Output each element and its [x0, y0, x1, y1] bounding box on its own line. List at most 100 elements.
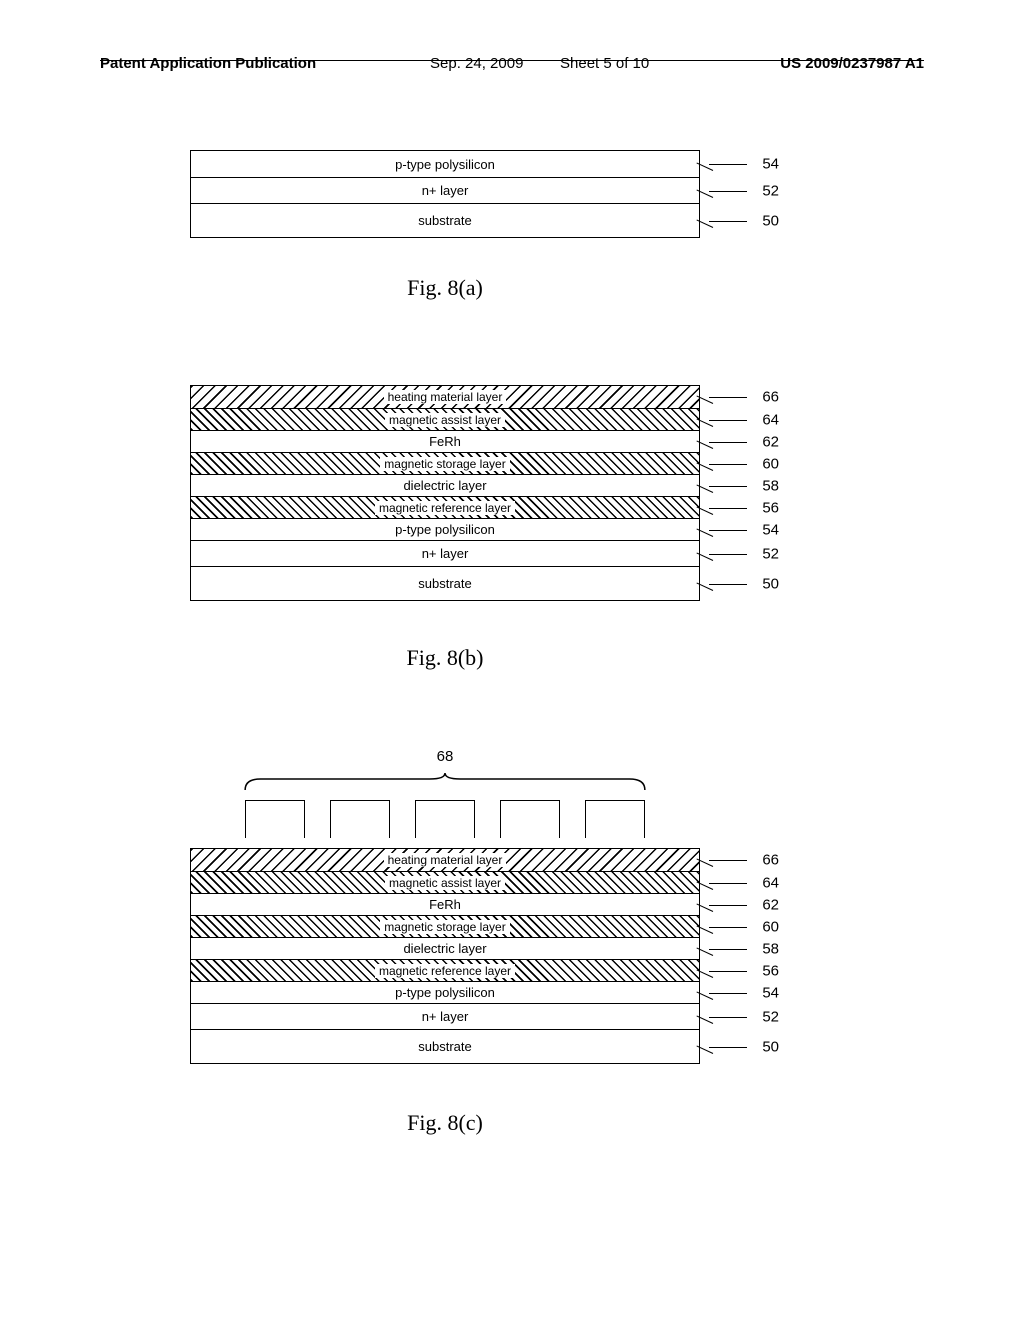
leader-line [709, 971, 747, 972]
publication-label: Patent Application Publication [100, 55, 316, 72]
mask-block [415, 800, 475, 838]
figure-caption-a: Fig. 8(a) [190, 275, 700, 301]
layer-heating: heating material layer 66 [191, 386, 699, 408]
leader-line [709, 949, 747, 950]
layer-substrate: substrate 50 [191, 203, 699, 237]
layer-label: magnetic assist layer [385, 876, 505, 890]
leader-line [709, 508, 747, 509]
leader-line [709, 486, 747, 487]
layer-label: p-type polysilicon [395, 522, 495, 537]
leader-line [709, 905, 747, 906]
sheet-number: Sheet 5 of 10 [560, 55, 649, 72]
layer-label: substrate [418, 1039, 471, 1054]
ref-number: 54 [762, 984, 779, 1001]
ref-number: 62 [762, 433, 779, 450]
leader-line [709, 1047, 747, 1048]
page-header: Patent Application Publication Sep. 24, … [100, 55, 924, 61]
publication-number: US 2009/0237987 A1 [780, 55, 924, 72]
leader-line [709, 1017, 747, 1018]
ref-number: 64 [762, 874, 779, 891]
ref-number: 66 [762, 852, 779, 869]
mask-blocks [190, 800, 700, 838]
leader-line [709, 554, 747, 555]
leader-line [709, 397, 747, 398]
layer-label: heating material layer [384, 390, 507, 404]
layer-label: FeRh [429, 434, 461, 449]
layer-label: dielectric layer [403, 941, 486, 956]
layer-label: heating material layer [384, 853, 507, 867]
layer-label: p-type polysilicon [395, 985, 495, 1000]
layer-substrate: substrate 50 [191, 1029, 699, 1063]
leader-line [709, 584, 747, 585]
publication-date: Sep. 24, 2009 [430, 55, 523, 72]
layer-polysilicon: p-type polysilicon 54 [191, 981, 699, 1003]
figure-8a: p-type polysilicon 54 n+ layer 52 substr… [190, 150, 700, 238]
layer-label: n+ layer [422, 183, 469, 198]
ref-number: 52 [762, 1008, 779, 1025]
layer-polysilicon: p-type polysilicon 54 [191, 518, 699, 540]
layer-ferh: FeRh 62 [191, 893, 699, 915]
leader-line [709, 883, 747, 884]
bracket-icon [240, 773, 650, 791]
layer-reference: magnetic reference layer 56 [191, 496, 699, 518]
mask-block [500, 800, 560, 838]
layer-stack-c: heating material layer 66 magnetic assis… [190, 848, 700, 1064]
ref-number: 56 [762, 499, 779, 516]
layer-label: dielectric layer [403, 478, 486, 493]
layer-stack-b: heating material layer 66 magnetic assis… [190, 385, 700, 601]
leader-line [709, 860, 747, 861]
figure-8c: 68 heating material layer 66 magne [190, 780, 700, 1064]
ref-number: 62 [762, 896, 779, 913]
ref-number: 52 [762, 545, 779, 562]
mask-block [585, 800, 645, 838]
ref-number: 58 [762, 940, 779, 957]
layer-label: substrate [418, 213, 471, 228]
ref-number: 50 [762, 575, 779, 592]
leader-line [709, 530, 747, 531]
ref-number: 50 [762, 1038, 779, 1055]
leader-line [709, 191, 747, 192]
leader-line [709, 420, 747, 421]
layer-polysilicon: p-type polysilicon 54 [191, 151, 699, 177]
ref-number: 54 [762, 156, 779, 173]
leader-line [709, 464, 747, 465]
layer-substrate: substrate 50 [191, 566, 699, 600]
mask-block [330, 800, 390, 838]
layer-label: n+ layer [422, 1009, 469, 1024]
layer-nplus: n+ layer 52 [191, 1003, 699, 1029]
layer-label: magnetic storage layer [380, 457, 509, 471]
layer-ferh: FeRh 62 [191, 430, 699, 452]
ref-number: 54 [762, 521, 779, 538]
leader-line [709, 993, 747, 994]
layer-label: n+ layer [422, 546, 469, 561]
layer-storage: magnetic storage layer 60 [191, 915, 699, 937]
leader-line [709, 927, 747, 928]
layer-label: magnetic assist layer [385, 413, 505, 427]
figure-8b: heating material layer 66 magnetic assis… [190, 385, 700, 601]
layer-dielectric: dielectric layer 58 [191, 937, 699, 959]
layer-label: magnetic reference layer [375, 501, 515, 515]
layer-assist: magnetic assist layer 64 [191, 408, 699, 430]
ref-number: 64 [762, 411, 779, 428]
layer-nplus: n+ layer 52 [191, 540, 699, 566]
layer-storage: magnetic storage layer 60 [191, 452, 699, 474]
layer-label: p-type polysilicon [395, 157, 495, 172]
mask-block [245, 800, 305, 838]
figure-caption-b: Fig. 8(b) [190, 645, 700, 671]
layer-stack-a: p-type polysilicon 54 n+ layer 52 substr… [190, 150, 700, 238]
figure-caption-c: Fig. 8(c) [190, 1110, 700, 1136]
layer-label: magnetic reference layer [375, 964, 515, 978]
leader-line [709, 221, 747, 222]
layer-heating: heating material layer 66 [191, 849, 699, 871]
leader-line [709, 442, 747, 443]
layer-reference: magnetic reference layer 56 [191, 959, 699, 981]
leader-line [709, 164, 747, 165]
mask-ref-number: 68 [437, 748, 454, 765]
ref-number: 50 [762, 212, 779, 229]
ref-number: 60 [762, 455, 779, 472]
layer-label: FeRh [429, 897, 461, 912]
layer-dielectric: dielectric layer 58 [191, 474, 699, 496]
ref-number: 58 [762, 477, 779, 494]
layer-nplus: n+ layer 52 [191, 177, 699, 203]
layer-label: magnetic storage layer [380, 920, 509, 934]
